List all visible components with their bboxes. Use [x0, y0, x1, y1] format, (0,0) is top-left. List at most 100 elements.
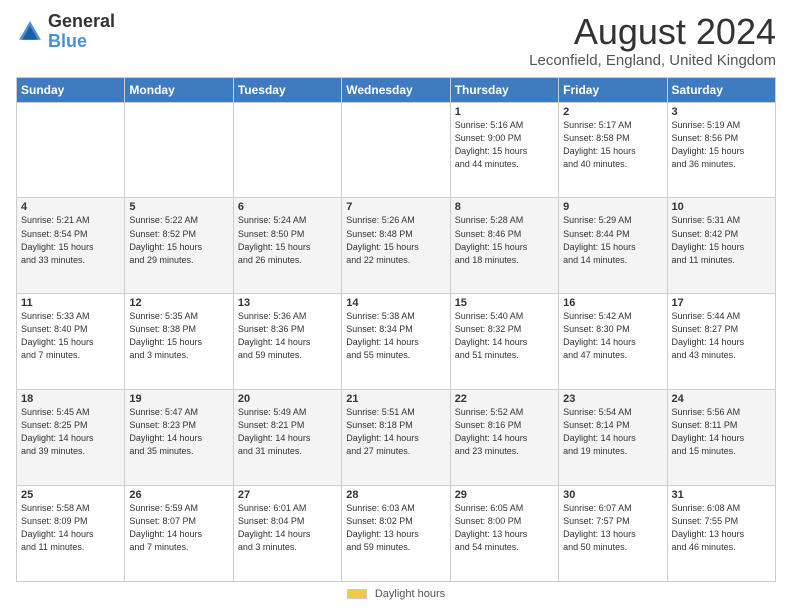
day-info: Sunrise: 5:19 AM Sunset: 8:56 PM Dayligh…	[672, 119, 771, 171]
calendar-cell	[125, 102, 233, 198]
page: General Blue August 2024 Leconfield, Eng…	[0, 0, 792, 612]
daylight-bar-icon	[347, 589, 367, 599]
calendar-cell: 8Sunrise: 5:28 AM Sunset: 8:46 PM Daylig…	[450, 198, 558, 294]
calendar-cell: 31Sunrise: 6:08 AM Sunset: 7:55 PM Dayli…	[667, 486, 775, 582]
day-number: 18	[21, 393, 120, 405]
logo-text: General Blue	[48, 12, 115, 52]
calendar-cell: 25Sunrise: 5:58 AM Sunset: 8:09 PM Dayli…	[17, 486, 125, 582]
calendar-cell: 23Sunrise: 5:54 AM Sunset: 8:14 PM Dayli…	[559, 390, 667, 486]
calendar-cell: 27Sunrise: 6:01 AM Sunset: 8:04 PM Dayli…	[233, 486, 341, 582]
day-number: 16	[563, 297, 662, 309]
day-info: Sunrise: 6:08 AM Sunset: 7:55 PM Dayligh…	[672, 502, 771, 554]
calendar-week-row: 11Sunrise: 5:33 AM Sunset: 8:40 PM Dayli…	[17, 294, 776, 390]
logo-icon	[16, 18, 44, 46]
day-info: Sunrise: 6:05 AM Sunset: 8:00 PM Dayligh…	[455, 502, 554, 554]
day-number: 15	[455, 297, 554, 309]
footer: Daylight hours	[16, 588, 776, 600]
day-number: 27	[238, 489, 337, 501]
day-number: 22	[455, 393, 554, 405]
calendar-cell: 24Sunrise: 5:56 AM Sunset: 8:11 PM Dayli…	[667, 390, 775, 486]
day-info: Sunrise: 5:26 AM Sunset: 8:48 PM Dayligh…	[346, 214, 445, 266]
calendar-cell	[233, 102, 341, 198]
weekday-header: Wednesday	[342, 77, 450, 102]
day-info: Sunrise: 5:29 AM Sunset: 8:44 PM Dayligh…	[563, 214, 662, 266]
day-info: Sunrise: 5:51 AM Sunset: 8:18 PM Dayligh…	[346, 406, 445, 458]
calendar-cell: 15Sunrise: 5:40 AM Sunset: 8:32 PM Dayli…	[450, 294, 558, 390]
day-number: 28	[346, 489, 445, 501]
day-number: 2	[563, 106, 662, 118]
calendar-week-row: 1Sunrise: 5:16 AM Sunset: 9:00 PM Daylig…	[17, 102, 776, 198]
day-number: 1	[455, 106, 554, 118]
calendar-cell: 19Sunrise: 5:47 AM Sunset: 8:23 PM Dayli…	[125, 390, 233, 486]
calendar-cell: 11Sunrise: 5:33 AM Sunset: 8:40 PM Dayli…	[17, 294, 125, 390]
day-number: 10	[672, 201, 771, 213]
day-number: 17	[672, 297, 771, 309]
day-info: Sunrise: 5:44 AM Sunset: 8:27 PM Dayligh…	[672, 310, 771, 362]
day-number: 4	[21, 201, 120, 213]
day-info: Sunrise: 5:42 AM Sunset: 8:30 PM Dayligh…	[563, 310, 662, 362]
day-info: Sunrise: 5:54 AM Sunset: 8:14 PM Dayligh…	[563, 406, 662, 458]
day-info: Sunrise: 5:17 AM Sunset: 8:58 PM Dayligh…	[563, 119, 662, 171]
day-info: Sunrise: 6:07 AM Sunset: 7:57 PM Dayligh…	[563, 502, 662, 554]
calendar-cell: 14Sunrise: 5:38 AM Sunset: 8:34 PM Dayli…	[342, 294, 450, 390]
day-number: 19	[129, 393, 228, 405]
day-number: 25	[21, 489, 120, 501]
calendar-week-row: 18Sunrise: 5:45 AM Sunset: 8:25 PM Dayli…	[17, 390, 776, 486]
day-number: 13	[238, 297, 337, 309]
day-number: 11	[21, 297, 120, 309]
calendar-cell: 6Sunrise: 5:24 AM Sunset: 8:50 PM Daylig…	[233, 198, 341, 294]
calendar-cell	[17, 102, 125, 198]
day-info: Sunrise: 5:28 AM Sunset: 8:46 PM Dayligh…	[455, 214, 554, 266]
calendar-cell: 22Sunrise: 5:52 AM Sunset: 8:16 PM Dayli…	[450, 390, 558, 486]
day-info: Sunrise: 5:49 AM Sunset: 8:21 PM Dayligh…	[238, 406, 337, 458]
day-number: 9	[563, 201, 662, 213]
day-info: Sunrise: 5:58 AM Sunset: 8:09 PM Dayligh…	[21, 502, 120, 554]
day-info: Sunrise: 5:52 AM Sunset: 8:16 PM Dayligh…	[455, 406, 554, 458]
weekday-header: Friday	[559, 77, 667, 102]
calendar-cell: 18Sunrise: 5:45 AM Sunset: 8:25 PM Dayli…	[17, 390, 125, 486]
day-info: Sunrise: 5:16 AM Sunset: 9:00 PM Dayligh…	[455, 119, 554, 171]
calendar-cell: 9Sunrise: 5:29 AM Sunset: 8:44 PM Daylig…	[559, 198, 667, 294]
day-number: 12	[129, 297, 228, 309]
day-info: Sunrise: 5:45 AM Sunset: 8:25 PM Dayligh…	[21, 406, 120, 458]
calendar-cell: 17Sunrise: 5:44 AM Sunset: 8:27 PM Dayli…	[667, 294, 775, 390]
calendar-cell: 10Sunrise: 5:31 AM Sunset: 8:42 PM Dayli…	[667, 198, 775, 294]
day-number: 24	[672, 393, 771, 405]
calendar-cell: 13Sunrise: 5:36 AM Sunset: 8:36 PM Dayli…	[233, 294, 341, 390]
day-info: Sunrise: 5:59 AM Sunset: 8:07 PM Dayligh…	[129, 502, 228, 554]
day-info: Sunrise: 5:33 AM Sunset: 8:40 PM Dayligh…	[21, 310, 120, 362]
daylight-label: Daylight hours	[375, 588, 445, 600]
weekday-header: Sunday	[17, 77, 125, 102]
day-info: Sunrise: 5:38 AM Sunset: 8:34 PM Dayligh…	[346, 310, 445, 362]
day-info: Sunrise: 6:03 AM Sunset: 8:02 PM Dayligh…	[346, 502, 445, 554]
calendar-cell: 1Sunrise: 5:16 AM Sunset: 9:00 PM Daylig…	[450, 102, 558, 198]
day-number: 14	[346, 297, 445, 309]
day-info: Sunrise: 5:40 AM Sunset: 8:32 PM Dayligh…	[455, 310, 554, 362]
logo: General Blue	[16, 12, 115, 52]
calendar-week-row: 4Sunrise: 5:21 AM Sunset: 8:54 PM Daylig…	[17, 198, 776, 294]
weekday-header: Monday	[125, 77, 233, 102]
day-number: 20	[238, 393, 337, 405]
calendar-table: SundayMondayTuesdayWednesdayThursdayFrid…	[16, 77, 776, 582]
calendar-week-row: 25Sunrise: 5:58 AM Sunset: 8:09 PM Dayli…	[17, 486, 776, 582]
day-info: Sunrise: 5:35 AM Sunset: 8:38 PM Dayligh…	[129, 310, 228, 362]
calendar-cell: 3Sunrise: 5:19 AM Sunset: 8:56 PM Daylig…	[667, 102, 775, 198]
calendar-cell: 12Sunrise: 5:35 AM Sunset: 8:38 PM Dayli…	[125, 294, 233, 390]
day-info: Sunrise: 5:31 AM Sunset: 8:42 PM Dayligh…	[672, 214, 771, 266]
day-info: Sunrise: 5:47 AM Sunset: 8:23 PM Dayligh…	[129, 406, 228, 458]
day-info: Sunrise: 5:22 AM Sunset: 8:52 PM Dayligh…	[129, 214, 228, 266]
calendar-cell: 28Sunrise: 6:03 AM Sunset: 8:02 PM Dayli…	[342, 486, 450, 582]
day-number: 6	[238, 201, 337, 213]
day-info: Sunrise: 5:21 AM Sunset: 8:54 PM Dayligh…	[21, 214, 120, 266]
day-number: 3	[672, 106, 771, 118]
weekday-header: Saturday	[667, 77, 775, 102]
calendar-cell: 7Sunrise: 5:26 AM Sunset: 8:48 PM Daylig…	[342, 198, 450, 294]
day-info: Sunrise: 6:01 AM Sunset: 8:04 PM Dayligh…	[238, 502, 337, 554]
header: General Blue August 2024 Leconfield, Eng…	[16, 12, 776, 69]
day-number: 7	[346, 201, 445, 213]
day-info: Sunrise: 5:36 AM Sunset: 8:36 PM Dayligh…	[238, 310, 337, 362]
day-number: 29	[455, 489, 554, 501]
calendar-cell: 16Sunrise: 5:42 AM Sunset: 8:30 PM Dayli…	[559, 294, 667, 390]
day-info: Sunrise: 5:56 AM Sunset: 8:11 PM Dayligh…	[672, 406, 771, 458]
calendar-cell: 20Sunrise: 5:49 AM Sunset: 8:21 PM Dayli…	[233, 390, 341, 486]
